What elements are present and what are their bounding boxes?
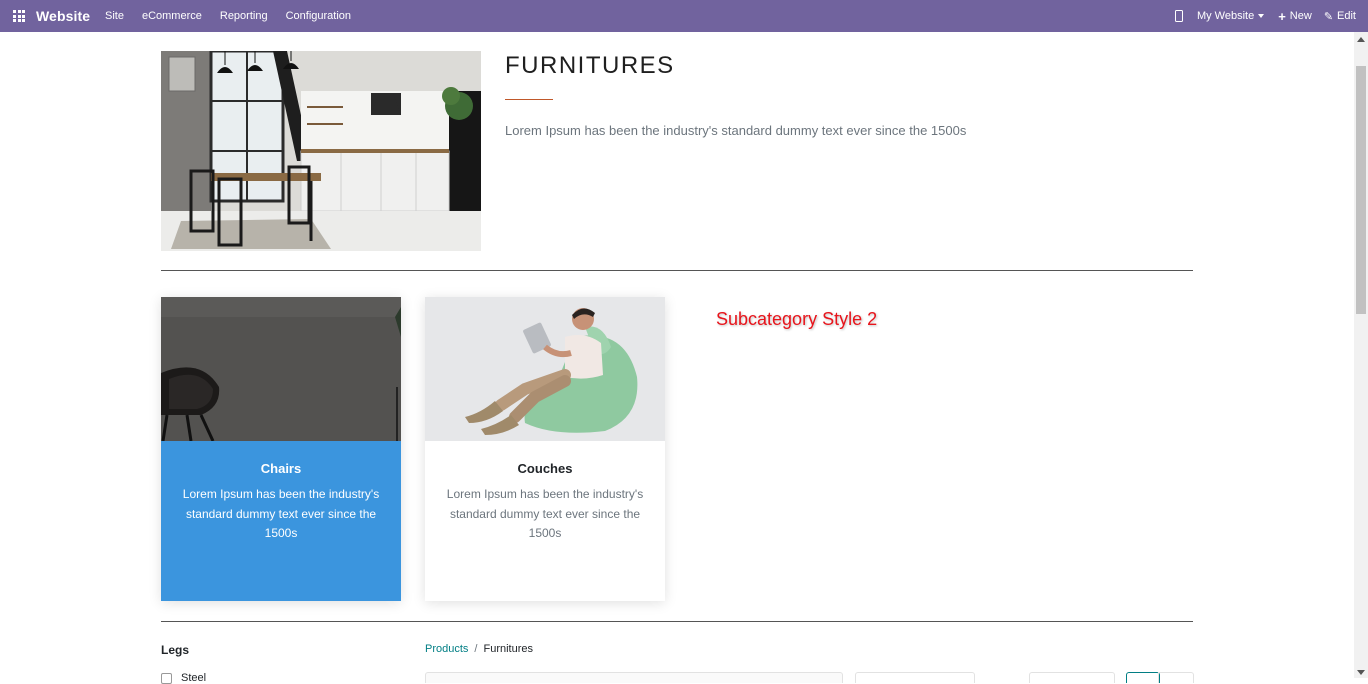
- website-selector[interactable]: My Website: [1196, 10, 1265, 22]
- subcategory-card-chairs[interactable]: Chairs Lorem Ipsum has been the industry…: [161, 297, 401, 601]
- subcategory-card-couches[interactable]: Couches Lorem Ipsum has been the industr…: [425, 297, 665, 601]
- category-description: Lorem Ipsum has been the industry's stan…: [505, 123, 967, 138]
- edit-button-label: Edit: [1337, 10, 1356, 22]
- mobile-preview-icon[interactable]: [1174, 10, 1183, 22]
- subcategory-title: Chairs: [260, 461, 302, 476]
- breadcrumb-products-link[interactable]: Products: [425, 643, 468, 655]
- style-annotation: Subcategory Style 2: [716, 309, 878, 329]
- edit-button[interactable]: ✎ Edit: [1324, 10, 1356, 23]
- breadcrumb-separator: /: [474, 643, 478, 655]
- filter-checkbox[interactable]: [161, 673, 172, 684]
- caret-down-icon: [1258, 14, 1265, 18]
- category-image: [161, 51, 481, 251]
- subcategory-description: Lorem Ipsum has been the industry's stan…: [182, 487, 380, 540]
- scrollbar-thumb[interactable]: [1356, 66, 1366, 314]
- page-scrollbar[interactable]: [1354, 32, 1368, 678]
- plus-icon: +: [1278, 8, 1286, 24]
- new-button-label: New: [1289, 10, 1312, 22]
- breadcrumb-current: Furnitures: [483, 643, 534, 655]
- filter-group-title: Legs: [161, 643, 190, 657]
- scroll-down-arrow-icon[interactable]: [1357, 670, 1365, 675]
- menu-item-configuration[interactable]: Configuration: [286, 10, 351, 22]
- section-divider: [161, 621, 1193, 622]
- app-brand[interactable]: Website: [36, 8, 90, 24]
- top-navbar: Website Site eCommerce Reporting Configu…: [0, 0, 1368, 32]
- title-underline: [505, 99, 553, 100]
- breadcrumb: Products / Furnitures: [425, 643, 533, 655]
- scroll-up-arrow-icon[interactable]: [1357, 37, 1365, 42]
- menu-item-site[interactable]: Site: [105, 10, 124, 22]
- apps-grid-icon[interactable]: [13, 10, 25, 22]
- category-title: FURNITURES: [505, 52, 675, 79]
- menu-item-reporting[interactable]: Reporting: [220, 10, 268, 22]
- couches-image: [425, 297, 665, 441]
- subcategory-description: Lorem Ipsum has been the industry's stan…: [446, 487, 644, 540]
- new-button[interactable]: + New: [1278, 10, 1312, 23]
- website-selector-label: My Website: [1196, 10, 1255, 22]
- pencil-icon: ✎: [1323, 10, 1334, 23]
- navbar-tools: My Website + New ✎ Edit: [1174, 0, 1368, 32]
- main-menu: Site eCommerce Reporting Configuration: [105, 10, 369, 22]
- chairs-image: [161, 297, 401, 441]
- subcategory-title: Couches: [517, 461, 573, 476]
- section-divider: [161, 270, 1193, 271]
- menu-item-ecommerce[interactable]: eCommerce: [142, 10, 202, 22]
- filter-option-label[interactable]: Steel: [181, 672, 206, 684]
